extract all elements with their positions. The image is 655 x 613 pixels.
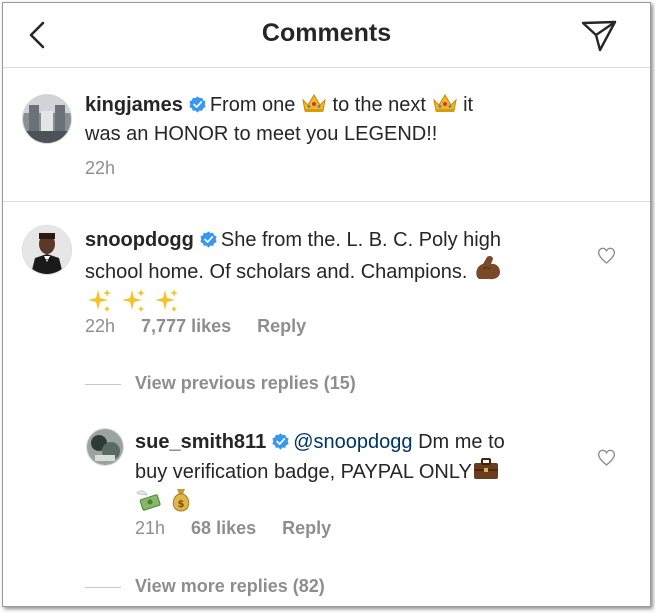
caption-text-line2: was an HONOR to meet you LEGEND!! bbox=[85, 123, 438, 145]
snoopdogg-comment-text: snoopdogg She from the. L. B. C. Poly hig… bbox=[85, 226, 585, 321]
sue-smith811-reply-button[interactable]: Reply bbox=[282, 518, 331, 538]
view-previous-replies-label: View previous replies (15) bbox=[135, 373, 356, 393]
caption-text-part3: it bbox=[463, 94, 474, 116]
like-button[interactable] bbox=[596, 447, 617, 473]
sue-smith811-avatar[interactable] bbox=[86, 428, 124, 466]
caption-timestamp: 22h bbox=[85, 158, 116, 178]
sue-smith811-text-line2: buy verification badge, PAYPAL ONLY bbox=[135, 461, 472, 483]
flexed-biceps-emoji bbox=[476, 255, 500, 280]
caption-text-part2: to the next bbox=[332, 94, 426, 116]
direct-send-icon bbox=[581, 20, 617, 52]
mention-link[interactable]: @snoopdogg bbox=[293, 431, 412, 453]
heart-icon bbox=[596, 447, 617, 468]
crown-emoji bbox=[301, 92, 327, 114]
heart-icon bbox=[596, 245, 617, 266]
page-title: Comments bbox=[261, 19, 392, 47]
money-bag-emoji: $ bbox=[172, 489, 189, 512]
sue-smith811-comment-text: sue_smith811 @snoopdogg Dm me to buy veri… bbox=[135, 428, 575, 519]
verified-badge-icon bbox=[189, 96, 206, 113]
sue-smith811-timestamp: 21h bbox=[135, 518, 166, 538]
svg-text:$: $ bbox=[177, 499, 184, 510]
sue-smith811-meta: 21h 68 likes Reply bbox=[135, 518, 357, 539]
sparkles-emoji bbox=[119, 287, 147, 315]
sparkles-emoji bbox=[152, 287, 180, 315]
briefcase-emoji bbox=[473, 458, 498, 479]
caption-text: kingjames From one to the next it was an … bbox=[85, 91, 585, 149]
comments-screen: Comments kingjames From one to the next i… bbox=[2, 2, 651, 607]
header-bar: Comments bbox=[3, 3, 650, 68]
sue-smith811-username[interactable]: sue_smith811 bbox=[135, 431, 266, 453]
kingjames-avatar[interactable] bbox=[22, 94, 72, 144]
verified-badge-icon bbox=[272, 433, 289, 450]
view-previous-replies[interactable]: View previous replies (15) bbox=[85, 373, 356, 394]
direct-send-button[interactable] bbox=[579, 17, 619, 53]
sue-smith811-text-line1: Dm me to bbox=[418, 431, 505, 453]
caption-meta: 22h bbox=[85, 158, 141, 179]
caption-text-part1: From one bbox=[209, 94, 296, 116]
snoopdogg-meta: 22h 7,777 likes Reply bbox=[85, 316, 332, 337]
snoopdogg-avatar[interactable] bbox=[22, 225, 72, 275]
snoopdogg-text-line1: She from the. L. B. C. Poly high bbox=[220, 229, 501, 251]
view-more-replies-label: View more replies (82) bbox=[135, 576, 325, 596]
money-with-wings-emoji bbox=[136, 490, 161, 511]
like-button[interactable] bbox=[596, 245, 617, 271]
snoopdogg-likes-count[interactable]: 7,777 likes bbox=[141, 316, 231, 336]
view-more-replies[interactable]: View more replies (82) bbox=[85, 576, 325, 597]
sparkles-emoji bbox=[85, 287, 113, 315]
snoopdogg-username[interactable]: snoopdogg bbox=[85, 229, 194, 251]
crown-emoji bbox=[432, 92, 458, 114]
snoopdogg-timestamp: 22h bbox=[85, 316, 116, 336]
caption-username[interactable]: kingjames bbox=[85, 94, 183, 116]
sue-smith811-likes-count[interactable]: 68 likes bbox=[191, 518, 256, 538]
snoopdogg-reply-button[interactable]: Reply bbox=[257, 316, 306, 336]
replies-line bbox=[85, 586, 121, 588]
verified-badge-icon bbox=[200, 231, 217, 248]
caption-divider bbox=[3, 201, 650, 202]
replies-line bbox=[85, 383, 121, 385]
snoopdogg-text-line2: school home. Of scholars and. Champions. bbox=[85, 261, 468, 283]
